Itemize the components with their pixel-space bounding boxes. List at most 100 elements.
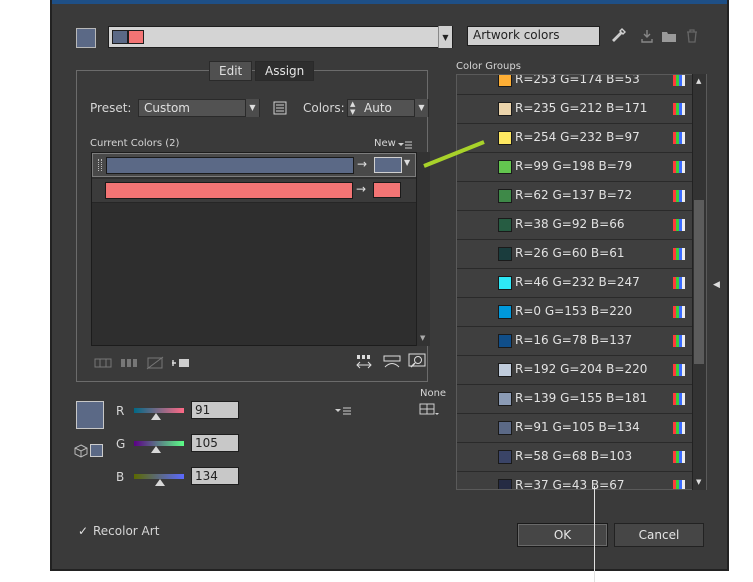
- separate-colors-icon[interactable]: [120, 357, 138, 372]
- colors-count-dropdown[interactable]: ▲ ▼ Auto ▼: [347, 99, 429, 117]
- color-group-row[interactable]: R=62 G=137 B=72: [457, 182, 693, 211]
- color-library-icon[interactable]: [419, 403, 441, 420]
- color-group-swatch[interactable]: [498, 421, 512, 435]
- row-drag-handle[interactable]: [98, 159, 102, 171]
- arrow-right-icon[interactable]: →: [357, 157, 367, 171]
- new-row-icon[interactable]: [170, 356, 190, 373]
- color-group-swatch[interactable]: [498, 75, 512, 87]
- current-color-row[interactable]: →: [92, 179, 416, 203]
- color-group-row[interactable]: R=58 G=68 B=103: [457, 443, 693, 472]
- color-group-label: R=62 G=137 B=72: [515, 188, 633, 202]
- slider-g-thumb[interactable]: [151, 446, 161, 453]
- preset-value: Custom: [144, 101, 190, 115]
- merge-colors-icon[interactable]: [94, 357, 112, 372]
- color-group-row[interactable]: R=99 G=198 B=79: [457, 153, 693, 182]
- channel-b-value[interactable]: 134: [191, 467, 239, 485]
- tab-assign[interactable]: Assign: [255, 61, 315, 81]
- annotation-line: [423, 140, 485, 168]
- cancel-button[interactable]: Cancel: [614, 523, 704, 547]
- recolor-art-checkbox[interactable]: ✓: [78, 525, 90, 537]
- preset-dropdown[interactable]: Custom ▼: [138, 99, 260, 117]
- scroll-up-icon[interactable]: ▲: [696, 77, 701, 85]
- harmony-rules-dropdown[interactable]: ▼: [438, 26, 452, 48]
- preset-label: Preset:: [90, 101, 132, 115]
- color-group-row[interactable]: R=26 G=60 B=61: [457, 240, 693, 269]
- color-group-swatch[interactable]: [498, 305, 512, 319]
- scroll-thumb[interactable]: [694, 200, 704, 364]
- color-group-row[interactable]: R=38 G=92 B=66: [457, 211, 693, 240]
- color-groups-scrollbar[interactable]: ▲ ▼: [692, 74, 706, 490]
- color-group-label: R=16 G=78 B=137: [515, 333, 633, 347]
- color-group-swatch[interactable]: [498, 479, 512, 489]
- exclude-colors-icon[interactable]: [146, 356, 164, 373]
- new-color-chip[interactable]: [373, 182, 401, 198]
- current-color-row[interactable]: → ▼: [92, 153, 416, 177]
- color-group-row[interactable]: R=0 G=153 B=220: [457, 298, 693, 327]
- arrow-right-icon[interactable]: →: [356, 182, 366, 196]
- color-group-row[interactable]: R=254 G=232 B=97: [457, 124, 693, 153]
- stepper-arrows-icon[interactable]: ▲ ▼: [350, 100, 355, 116]
- color-group-swatch[interactable]: [498, 334, 512, 348]
- color-group-row[interactable]: R=37 G=43 B=67: [457, 472, 693, 490]
- randomly-change-saturation-icon[interactable]: [383, 354, 401, 373]
- color-mode-menu-icon[interactable]: [335, 405, 351, 419]
- collapse-panel-arrow-icon[interactable]: ◀: [713, 280, 720, 290]
- selected-color-swatch[interactable]: [76, 401, 104, 429]
- channel-g-value[interactable]: 105: [191, 434, 239, 452]
- active-color-swatch[interactable]: [76, 28, 96, 48]
- color-mode-rgb-icon: [673, 248, 685, 260]
- color-mode-rgb-icon: [673, 277, 685, 289]
- color-mode-rgb-icon: [673, 132, 685, 144]
- color-group-swatch[interactable]: [498, 131, 512, 145]
- color-group-swatch[interactable]: [498, 102, 512, 116]
- color-group-swatch[interactable]: [498, 247, 512, 261]
- save-color-group-icon[interactable]: [640, 29, 654, 46]
- slider-r-thumb[interactable]: [151, 413, 161, 420]
- color-group-name-field[interactable]: Artwork colors: [467, 26, 600, 46]
- randomly-change-order-icon[interactable]: [355, 354, 373, 373]
- color-group-row[interactable]: R=16 G=78 B=137: [457, 327, 693, 356]
- color-group-row[interactable]: R=192 G=204 B=220: [457, 356, 693, 385]
- sort-menu-icon[interactable]: [398, 139, 412, 153]
- tab-edit[interactable]: Edit: [209, 61, 253, 81]
- harmony-colors-field[interactable]: ▼: [108, 26, 453, 48]
- color-group-swatch[interactable]: [498, 450, 512, 464]
- chevron-down-icon: ▼: [414, 99, 428, 117]
- delete-color-group-icon[interactable]: [686, 29, 698, 46]
- color-group-row[interactable]: R=139 G=155 B=181: [457, 385, 693, 414]
- color-reduction-options-icon[interactable]: [273, 101, 287, 118]
- color-group-row[interactable]: R=46 G=232 B=247: [457, 269, 693, 298]
- color-group-swatch[interactable]: [498, 392, 512, 406]
- out-of-gamut-cube-icon[interactable]: [74, 444, 88, 461]
- current-color-bar[interactable]: [106, 157, 354, 174]
- slider-b-thumb[interactable]: [155, 479, 165, 486]
- color-group-swatch[interactable]: [498, 160, 512, 174]
- color-group-label: R=235 G=212 B=171: [515, 101, 648, 115]
- color-group-label: R=37 G=43 B=67: [515, 478, 625, 490]
- color-group-row[interactable]: R=253 G=174 B=53: [457, 75, 693, 95]
- new-color-chip[interactable]: [374, 157, 402, 173]
- scroll-down-icon[interactable]: ▼: [696, 478, 701, 486]
- current-color-bar[interactable]: [105, 182, 353, 199]
- eyedropper-icon[interactable]: [612, 28, 626, 48]
- current-colors-scrollbar[interactable]: ▼: [416, 152, 430, 346]
- scroll-down-icon[interactable]: ▼: [420, 334, 425, 342]
- channel-r-value[interactable]: 91: [191, 401, 239, 419]
- color-group-row[interactable]: R=235 G=212 B=171: [457, 95, 693, 124]
- color-groups-title: Color Groups: [456, 61, 521, 72]
- color-group-swatch[interactable]: [498, 218, 512, 232]
- color-mode-rgb-icon: [673, 393, 685, 405]
- color-group-label: R=46 G=232 B=247: [515, 275, 640, 289]
- color-mode-rgb-icon: [673, 364, 685, 376]
- new-column-label: New: [374, 138, 396, 149]
- color-group-row[interactable]: R=91 G=105 B=134: [457, 414, 693, 443]
- new-color-group-folder-icon[interactable]: [661, 30, 677, 46]
- chevron-down-icon[interactable]: ▼: [404, 158, 410, 167]
- find-color-in-artwork-icon[interactable]: [408, 353, 426, 372]
- color-group-swatch[interactable]: [498, 363, 512, 377]
- color-mode-rgb-icon: [673, 306, 685, 318]
- color-group-swatch[interactable]: [498, 189, 512, 203]
- web-safe-color-chip[interactable]: [90, 444, 103, 457]
- color-group-swatch[interactable]: [498, 276, 512, 290]
- color-mode-rgb-icon: [673, 422, 685, 434]
